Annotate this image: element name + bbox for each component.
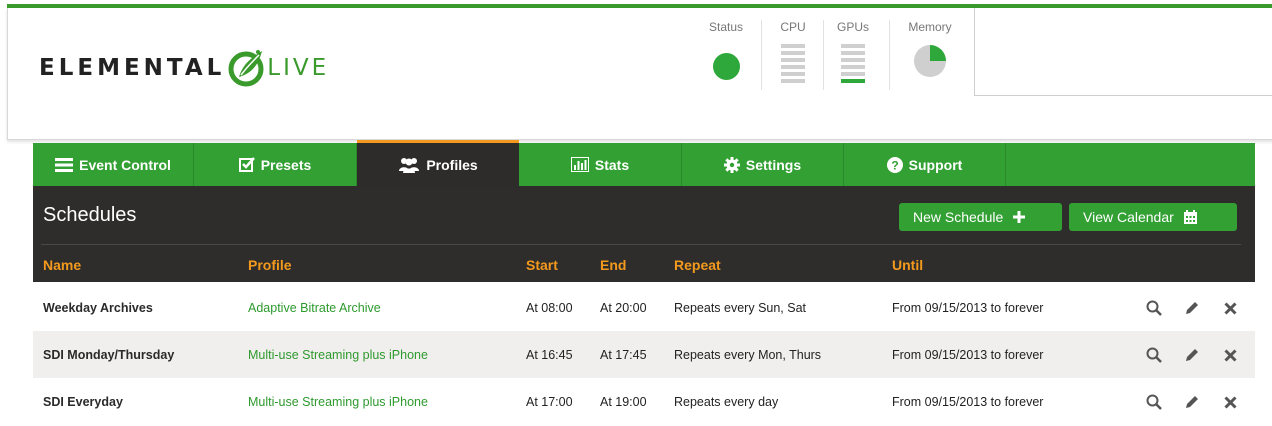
logo-leaf-icon	[228, 50, 264, 87]
view-icon[interactable]	[1145, 393, 1163, 411]
profile-link[interactable]: Multi-use Streaming plus iPhone	[248, 331, 428, 378]
divider	[823, 20, 824, 90]
tab-stats[interactable]: Stats	[519, 143, 682, 186]
new-schedule-button[interactable]: New Schedule	[899, 203, 1062, 231]
gpu-meter	[841, 44, 865, 83]
divider	[761, 20, 762, 90]
cpu-monitor: CPU	[767, 20, 819, 83]
col-header-name[interactable]: Name	[43, 257, 81, 273]
tab-label: Stats	[594, 156, 630, 173]
tab-support[interactable]: ? Support	[844, 143, 1006, 186]
calendar-icon	[1183, 210, 1197, 224]
tab-label: Support	[908, 156, 963, 173]
tab-label: Event Control	[79, 156, 171, 173]
memory-monitor: Memory	[895, 20, 965, 78]
end-time: At 20:00	[600, 300, 647, 315]
status-indicator	[712, 53, 740, 80]
divider	[41, 244, 1241, 245]
page-title: Schedules	[43, 204, 137, 226]
divider	[889, 20, 890, 90]
profile-link[interactable]: Multi-use Streaming plus iPhone	[248, 378, 428, 425]
view-icon[interactable]	[1145, 299, 1163, 317]
tab-label: Presets	[260, 156, 312, 173]
logo-text-live: LIVE	[267, 55, 330, 81]
until-text: From 09/15/2013 to forever	[892, 300, 1044, 315]
edit-icon[interactable]	[1182, 346, 1200, 364]
delete-icon[interactable]	[1221, 346, 1239, 364]
plus-icon	[1013, 211, 1026, 223]
tab-settings[interactable]: Settings	[682, 143, 844, 186]
start-time: At 16:45	[526, 347, 573, 362]
gear-icon	[723, 156, 740, 173]
repeat-text: Repeats every day	[674, 394, 779, 409]
delete-icon[interactable]	[1221, 393, 1239, 411]
tab-profiles[interactable]: Profiles	[357, 140, 519, 186]
end-time: At 17:45	[600, 347, 647, 362]
until-text: From 09/15/2013 to forever	[892, 394, 1044, 409]
until-text: From 09/15/2013 to forever	[892, 347, 1044, 362]
col-header-repeat[interactable]: Repeat	[674, 257, 721, 273]
people-icon	[398, 157, 420, 173]
help-icon: ?	[886, 156, 903, 173]
table-row: SDI Monday/Thursday Multi-use Streaming …	[33, 331, 1255, 378]
memory-label: Memory	[908, 20, 952, 34]
status-monitor: Status	[700, 20, 752, 80]
col-header-start[interactable]: Start	[526, 257, 558, 273]
repeat-text: Repeats every Sun, Sat	[674, 300, 807, 315]
tab-label: Settings	[745, 156, 802, 173]
edit-icon[interactable]	[1182, 299, 1200, 317]
list-icon	[55, 157, 74, 172]
tab-presets[interactable]: Presets	[194, 143, 357, 186]
svg-text:?: ?	[891, 158, 898, 172]
new-schedule-label: New Schedule	[913, 209, 1004, 225]
schedules-panel: Schedules New Schedule View Calendar Nam…	[33, 186, 1255, 282]
end-time: At 19:00	[600, 394, 647, 409]
table-row: SDI Everyday Multi-use Streaming plus iP…	[33, 378, 1255, 425]
col-header-until[interactable]: Until	[892, 257, 923, 273]
start-time: At 17:00	[526, 394, 573, 409]
repeat-text: Repeats every Mon, Thurs	[674, 347, 822, 362]
delete-icon[interactable]	[1221, 299, 1239, 317]
start-time: At 08:00	[526, 300, 573, 315]
gpu-monitor: GPUs	[827, 20, 879, 83]
view-calendar-label: View Calendar	[1083, 209, 1174, 225]
status-label: Status	[708, 20, 744, 34]
bar-chart-icon	[570, 157, 589, 172]
gpu-label: GPUs	[836, 20, 869, 34]
table-row: Weekday Archives Adaptive Bitrate Archiv…	[33, 284, 1255, 331]
header-right-panel	[974, 8, 1272, 96]
profile-link[interactable]: Adaptive Bitrate Archive	[248, 284, 381, 331]
col-header-profile[interactable]: Profile	[248, 257, 292, 273]
schedule-name: SDI Everyday	[43, 394, 123, 409]
cpu-meter	[781, 44, 805, 83]
view-calendar-button[interactable]: View Calendar	[1069, 203, 1237, 231]
main-nav: Event Control Presets Profiles Stats Set…	[33, 140, 1255, 186]
edit-icon[interactable]	[1182, 393, 1200, 411]
memory-pie-icon	[914, 45, 946, 77]
tab-event-control[interactable]: Event Control	[33, 143, 194, 186]
tab-label: Profiles	[426, 156, 478, 173]
cpu-label: CPU	[780, 20, 806, 34]
checkbox-icon	[238, 157, 255, 172]
schedule-name: Weekday Archives	[43, 300, 153, 315]
schedule-name: SDI Monday/Thursday	[43, 347, 175, 362]
view-icon[interactable]	[1145, 346, 1163, 364]
logo-text-elemental: ELEMENTAL	[39, 55, 226, 81]
col-header-end[interactable]: End	[600, 257, 626, 273]
logo: ELEMENTAL LIVE	[39, 38, 329, 98]
